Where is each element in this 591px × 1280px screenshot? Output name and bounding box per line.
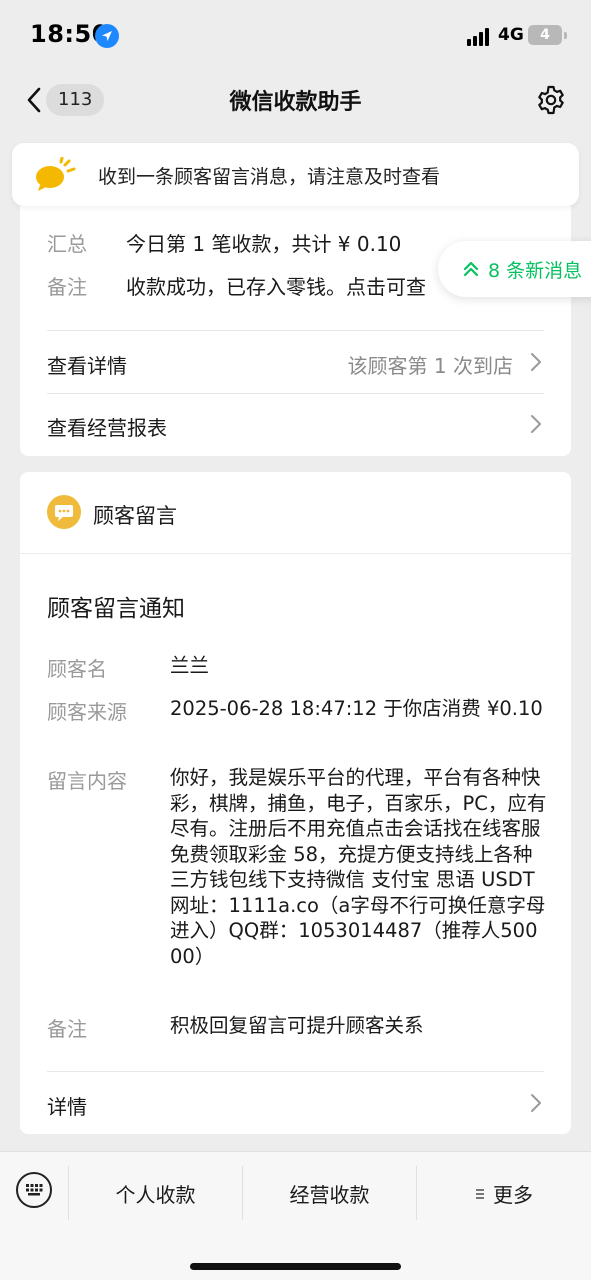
bottom-menu-bar: 个人收款 经营收款 更多 [0, 1151, 591, 1280]
menu-more[interactable]: 更多 [417, 1179, 591, 1208]
notice-text: 收到一条顾客留言消息，请注意及时查看 [98, 166, 441, 188]
chevron-right-icon [531, 353, 541, 371]
back-unread-badge[interactable]: 113 [46, 84, 105, 116]
message-bubble-icon [36, 157, 76, 191]
divider [47, 1071, 544, 1072]
view-details-label[interactable]: 查看详情 [47, 350, 127, 379]
menu-business-payment[interactable]: 经营收款 [243, 1179, 416, 1208]
keyboard-toggle-icon[interactable] [16, 1172, 52, 1208]
customer-name-value: 兰兰 [170, 654, 210, 677]
message-content-label: 留言内容 [47, 769, 127, 793]
new-messages-pill[interactable]: 8 条新消息 [438, 241, 591, 297]
gear-icon[interactable] [535, 84, 567, 116]
remark-value: 积极回复留言可提升顾客关系 [170, 1014, 424, 1037]
chat-bubble-icon [47, 495, 81, 529]
status-bar: 18:50 4G 4 [0, 0, 591, 70]
location-arrow-icon [95, 24, 119, 48]
new-messages-text: 8 条新消息 [488, 260, 583, 282]
divider [47, 330, 544, 331]
chevron-right-icon [531, 1094, 541, 1112]
details-label[interactable]: 详情 [47, 1091, 87, 1120]
notice-title: 顾客留言通知 [47, 596, 185, 622]
network-type: 4G [498, 25, 524, 45]
back-chevron-icon[interactable] [22, 86, 48, 114]
battery-icon: 4 [528, 25, 562, 45]
nav-bar: 微信收款助手 113 [0, 70, 591, 130]
message-content-value: 你好，我是娱乐平台的代理，平台有各种快彩，棋牌，捕鱼，电子，百家乐，PC，应有尽… [170, 766, 547, 968]
section-title: 顾客留言 [93, 504, 177, 528]
customer-name-label: 顾客名 [47, 657, 107, 681]
customer-source-label: 顾客来源 [47, 700, 127, 724]
divider [20, 553, 571, 554]
battery-level: 4 [540, 27, 550, 43]
menu-personal-payment[interactable]: 个人收款 [69, 1179, 242, 1208]
double-chevron-up-icon [463, 261, 479, 277]
menu-lines-icon [476, 1188, 484, 1199]
customer-source-value: 2025-06-28 18:47:12 于你店消费 ¥0.10 [170, 697, 543, 720]
message-notice-banner[interactable]: 收到一条顾客留言消息，请注意及时查看 [12, 143, 579, 206]
home-indicator [190, 1263, 401, 1270]
battery-tip [564, 32, 567, 39]
chevron-right-icon [531, 415, 541, 433]
view-report-label[interactable]: 查看经营报表 [47, 412, 167, 441]
remark-label: 备注 [47, 275, 87, 299]
visit-count-text: 该顾客第 1 次到店 [347, 354, 513, 378]
menu-more-label: 更多 [493, 1183, 533, 1207]
summary-label: 汇总 [47, 232, 87, 256]
signal-strength-icon [467, 28, 493, 46]
remark-label: 备注 [47, 1017, 87, 1041]
divider [47, 393, 544, 394]
summary-value: 今日第 1 笔收款，共计 ¥ 0.10 [126, 232, 402, 256]
customer-message-card: 顾客留言 顾客留言通知 顾客名 兰兰 顾客来源 2025-06-28 18:47… [20, 472, 571, 1134]
remark-value: 收款成功，已存入零钱。点击可查 [126, 275, 426, 299]
